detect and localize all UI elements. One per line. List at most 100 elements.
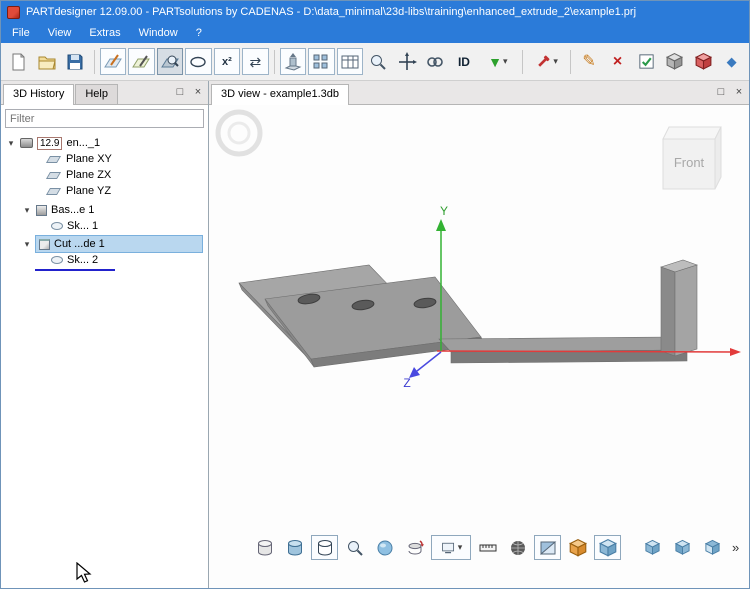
orbit-button[interactable]: [371, 535, 398, 560]
edit-button[interactable]: ✎: [576, 48, 603, 75]
extrude-button[interactable]: [280, 48, 307, 75]
gray-cube-button[interactable]: [661, 48, 688, 75]
tools-dropdown[interactable]: ▾: [528, 48, 565, 75]
titlebar[interactable]: PARTdesigner 12.09.00 - PARTsolutions by…: [1, 1, 749, 23]
section-view-icon: [538, 538, 558, 558]
expander-icon[interactable]: ▾: [6, 138, 16, 149]
view-cube[interactable]: Front: [663, 127, 721, 189]
menu-view[interactable]: View: [39, 25, 81, 41]
new-document-button[interactable]: [5, 48, 32, 75]
view-sketch-button[interactable]: [157, 48, 184, 75]
link-button[interactable]: [422, 48, 449, 75]
iso-cube-icon: [644, 539, 661, 556]
search-icon: [368, 52, 388, 72]
exchange-button[interactable]: ⇄: [242, 48, 269, 75]
approve-button[interactable]: [633, 48, 660, 75]
tab-3d-history[interactable]: 3D History: [3, 84, 74, 105]
view-cube-label: Front: [674, 155, 705, 170]
blue-cube-icon: [598, 538, 618, 558]
zoom-icon: [345, 538, 365, 558]
delete-x-icon: ×: [613, 54, 622, 70]
maximize-panel-button[interactable]: □: [173, 85, 187, 99]
zoom-button[interactable]: [341, 535, 368, 560]
history-tree: ▾ 12.9 en..._1 Plane XY Plane ZX Plane Y…: [1, 132, 208, 588]
save-button[interactable]: [62, 48, 89, 75]
bounding-box-button[interactable]: [564, 535, 591, 560]
window-title: PARTdesigner 12.09.00 - PARTsolutions by…: [26, 6, 636, 18]
checkbox-check-icon: [637, 52, 656, 71]
tree-item-cut-extrude[interactable]: ▾ Cut ...de 1: [1, 236, 208, 252]
release-status-dropdown[interactable]: ▼ ▾: [479, 48, 516, 75]
extrude-icon: [283, 52, 303, 72]
view-shaded-button[interactable]: [281, 535, 308, 560]
3d-canvas[interactable]: Front: [209, 105, 749, 589]
expander-icon[interactable]: ▾: [22, 205, 32, 216]
view-wireframe-button[interactable]: [311, 535, 338, 560]
rotation-indicator-icon: [218, 112, 260, 154]
tab-help[interactable]: Help: [75, 84, 118, 104]
new-document-icon: [8, 52, 28, 72]
cylinder-shaded-icon: [285, 538, 305, 558]
tree-item-plane-xy[interactable]: Plane XY: [1, 151, 208, 167]
filter-input[interactable]: [5, 109, 204, 128]
id-button[interactable]: ID: [451, 48, 478, 75]
measure-button[interactable]: [474, 535, 501, 560]
view-mode-dropdown[interactable]: ▾: [431, 535, 471, 560]
section-button[interactable]: [534, 535, 561, 560]
iso-cube-icon: [704, 539, 721, 556]
tree-item-label: Bas...e 1: [51, 204, 94, 216]
cylinder-outline-icon: [315, 538, 335, 558]
new-sketch-button[interactable]: [100, 48, 127, 75]
tab-3d-view[interactable]: 3D view - example1.3db: [211, 84, 349, 105]
edit-sketch-button[interactable]: [128, 48, 155, 75]
ellipse-icon: [188, 52, 208, 72]
tree-item-plane-zx[interactable]: Plane ZX: [1, 167, 208, 183]
pattern-button[interactable]: [308, 48, 335, 75]
open-folder-icon: [37, 52, 57, 72]
close-view-button[interactable]: ×: [732, 85, 746, 99]
menu-file[interactable]: File: [3, 25, 39, 41]
id-icon: ID: [458, 55, 470, 69]
maximize-view-button[interactable]: □: [714, 85, 728, 99]
orange-box-icon: [568, 538, 588, 558]
cube-view-button[interactable]: [594, 535, 621, 560]
circle-tool-button[interactable]: [185, 48, 212, 75]
cut-feature-icon: [39, 239, 50, 250]
view-top-button[interactable]: [251, 535, 278, 560]
iso-view-2-button[interactable]: [669, 535, 696, 560]
iso-view-1-button[interactable]: [639, 535, 666, 560]
tree-item-sketch-1[interactable]: Sk... 1: [1, 218, 208, 234]
close-panel-button[interactable]: ×: [191, 85, 205, 99]
variables-button[interactable]: x²: [214, 48, 241, 75]
tree-item-label: Plane ZX: [66, 169, 111, 181]
menu-help[interactable]: ?: [187, 25, 211, 41]
material-button[interactable]: ◆: [718, 48, 745, 75]
iso-view-3-button[interactable]: [699, 535, 726, 560]
overflow-button[interactable]: »: [729, 540, 742, 555]
tree-item-plane-yz[interactable]: Plane YZ: [1, 183, 208, 199]
mesh-button[interactable]: [504, 535, 531, 560]
rotate-view-button[interactable]: [401, 535, 428, 560]
open-button[interactable]: [34, 48, 61, 75]
search-button[interactable]: [365, 48, 392, 75]
red-cube-button[interactable]: [690, 48, 717, 75]
tree-item-base-extrude[interactable]: ▾ Bas...e 1: [1, 202, 208, 218]
mesh-sphere-icon: [508, 538, 528, 558]
y-axis-label: Y: [440, 204, 448, 218]
delete-button[interactable]: ×: [604, 48, 631, 75]
sketch-icon: [51, 222, 63, 230]
link-icon: [425, 52, 445, 72]
tree-item-sketch-2[interactable]: Sk... 2: [1, 252, 208, 268]
mouse-cursor: [76, 562, 92, 584]
part-icon: [20, 138, 33, 148]
menu-window[interactable]: Window: [130, 25, 187, 41]
menu-extras[interactable]: Extras: [80, 25, 129, 41]
axes-tool-button[interactable]: [394, 48, 421, 75]
3d-viewport[interactable]: Front: [209, 105, 749, 588]
tree-item-root[interactable]: ▾ 12.9 en..._1: [1, 135, 208, 151]
expander-icon[interactable]: ▾: [22, 239, 32, 250]
dimension-table-button[interactable]: [337, 48, 364, 75]
left-tabbar: 3D History Help □ ×: [1, 81, 208, 105]
toolbar-separator: [522, 50, 523, 74]
axes-cross-icon: [397, 52, 417, 72]
